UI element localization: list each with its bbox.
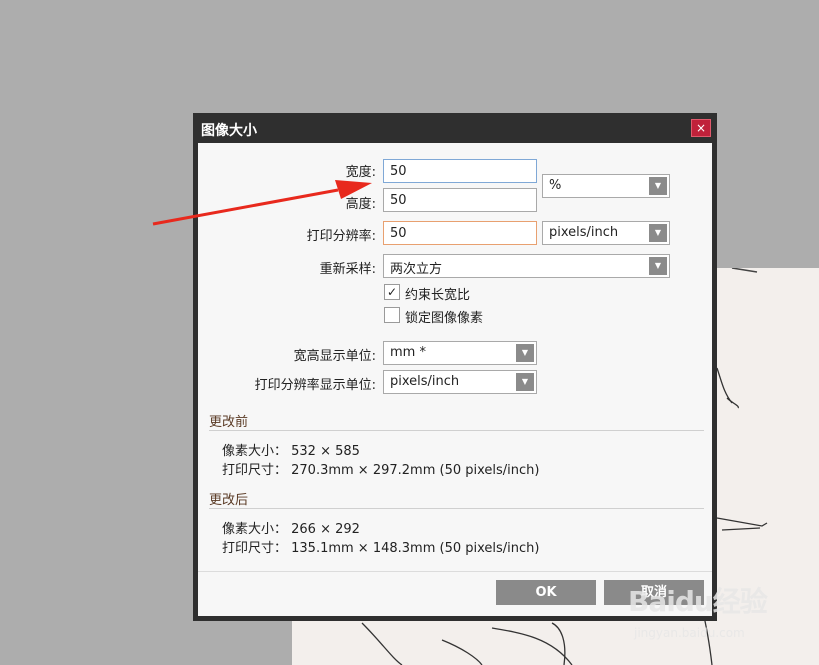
chevron-down-icon: ▼ (649, 257, 667, 275)
resolution-input[interactable] (383, 221, 537, 245)
chevron-down-icon: ▼ (649, 177, 667, 195)
resolution-unit-value: pixels/inch (549, 225, 619, 240)
resample-label: 重新采样: (319, 262, 376, 277)
before-section-title: 更改前 (209, 415, 249, 430)
constrain-label: 约束长宽比 (405, 288, 471, 303)
before-pixel-size: 像素大小： 532 × 585 (222, 444, 360, 459)
chevron-down-icon: ▼ (516, 373, 534, 391)
res-display-unit-value: pixels/inch (390, 374, 460, 389)
chevron-down-icon: ▼ (649, 224, 667, 242)
resample-select[interactable]: 两次立方 ▼ (383, 254, 670, 278)
ok-button[interactable]: OK (496, 580, 596, 605)
lock-label: 锁定图像像素 (405, 311, 484, 326)
size-unit-select[interactable]: % ▼ (542, 174, 670, 198)
resample-value: 两次立方 (390, 262, 443, 277)
display-unit-value: mm * (390, 345, 426, 360)
lock-checkbox[interactable] (384, 307, 400, 323)
footer-divider (198, 571, 712, 572)
constrain-checkbox[interactable]: ✓ (384, 284, 400, 300)
constrain-proportions-row[interactable]: ✓ 约束长宽比 (384, 283, 584, 303)
resolution-label: 打印分辨率: (306, 229, 376, 244)
display-unit-label: 宽高显示单位: (293, 349, 376, 364)
lock-pixels-row[interactable]: 锁定图像像素 (384, 306, 584, 326)
after-pixel-size: 像素大小： 266 × 292 (222, 522, 360, 537)
chevron-down-icon: ▼ (516, 344, 534, 362)
dialog-title: 图像大小 (201, 123, 257, 139)
display-unit-select[interactable]: mm * ▼ (383, 341, 537, 365)
resolution-unit-select[interactable]: pixels/inch ▼ (542, 221, 670, 245)
after-print-size: 打印尺寸： 135.1mm × 148.3mm (50 pixels/inch) (222, 541, 540, 556)
dialog-body: 宽度: 高度: % ▼ 打印分辨率: pixels/inch ▼ 重新采样: 两… (198, 143, 712, 616)
res-display-unit-select[interactable]: pixels/inch ▼ (383, 370, 537, 394)
height-label: 高度: (345, 197, 376, 212)
height-input[interactable] (383, 188, 537, 212)
cancel-button[interactable]: 取消 (604, 580, 704, 605)
size-unit-value: % (549, 178, 562, 193)
close-icon[interactable]: × (691, 119, 711, 137)
image-size-dialog: 图像大小 × 宽度: 高度: % ▼ 打印分辨率: pixels/inch ▼ … (193, 113, 717, 621)
width-input[interactable] (383, 159, 537, 183)
dialog-titlebar[interactable]: 图像大小 × (193, 113, 717, 143)
res-display-unit-label: 打印分辨率显示单位: (254, 378, 376, 393)
width-label: 宽度: (345, 165, 376, 180)
before-print-size: 打印尺寸： 270.3mm × 297.2mm (50 pixels/inch) (222, 463, 540, 478)
after-divider (209, 508, 704, 509)
before-divider (209, 430, 704, 431)
after-section-title: 更改后 (209, 493, 249, 508)
